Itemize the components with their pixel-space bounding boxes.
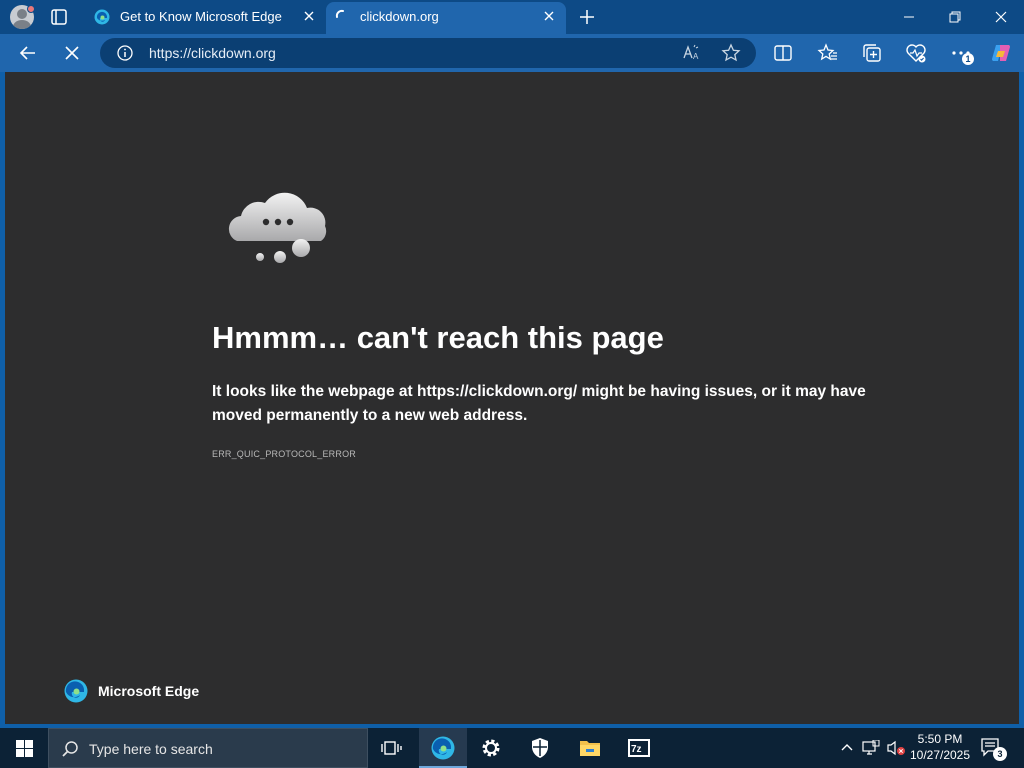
tab-actions-menu-icon[interactable] bbox=[50, 8, 68, 26]
tab-get-to-know-edge[interactable]: Get to Know Microsoft Edge bbox=[86, 0, 326, 34]
windows-taskbar: Type here to search 7z 5:50 PM 10/27/202… bbox=[0, 728, 1024, 768]
error-code: ERR_QUIC_PROTOCOL_ERROR bbox=[212, 449, 356, 459]
profile-notification-dot bbox=[27, 5, 35, 13]
copilot-icon[interactable] bbox=[990, 42, 1012, 64]
task-view-button[interactable] bbox=[368, 728, 416, 768]
address-url[interactable]: https://clickdown.org bbox=[149, 45, 276, 61]
browser-essentials-icon[interactable] bbox=[905, 42, 927, 64]
error-page: Hmmm… can't reach this page It looks lik… bbox=[5, 72, 1019, 724]
cloud-icon bbox=[221, 186, 339, 268]
taskbar-search-box[interactable]: Type here to search bbox=[48, 728, 368, 768]
tab-close-icon[interactable] bbox=[302, 9, 316, 23]
browser-toolbar: https://clickdown.org A bbox=[0, 34, 1024, 72]
browser-titlebar: Get to Know Microsoft Edge clickdown.org bbox=[0, 0, 1024, 36]
edge-icon bbox=[94, 9, 110, 25]
minimize-button[interactable] bbox=[886, 0, 932, 34]
error-title: Hmmm… can't reach this page bbox=[212, 320, 664, 355]
address-bar[interactable]: https://clickdown.org A bbox=[100, 38, 756, 68]
search-icon bbox=[61, 740, 79, 763]
clock-time: 5:50 PM bbox=[917, 732, 963, 746]
show-hidden-icons-chevron-up-icon[interactable] bbox=[838, 728, 856, 768]
search-placeholder: Type here to search bbox=[89, 741, 213, 757]
back-button[interactable] bbox=[17, 42, 39, 64]
new-tab-button[interactable] bbox=[578, 8, 596, 26]
svg-text:7z: 7z bbox=[631, 744, 642, 755]
svg-text:A: A bbox=[693, 52, 699, 61]
site-info-icon[interactable] bbox=[117, 45, 133, 66]
restore-button[interactable] bbox=[932, 0, 978, 34]
tab-close-icon[interactable] bbox=[542, 9, 556, 23]
taskbar-clock[interactable]: 5:50 PM 10/27/2025 bbox=[906, 731, 974, 765]
collections-icon[interactable] bbox=[861, 42, 883, 64]
read-aloud-icon[interactable]: A bbox=[682, 44, 700, 67]
taskbar-file-explorer-icon[interactable] bbox=[566, 728, 614, 768]
taskbar-7zip-icon[interactable]: 7z bbox=[615, 728, 663, 768]
loading-spinner-icon bbox=[334, 8, 350, 24]
tab-clickdown[interactable]: clickdown.org bbox=[326, 2, 566, 36]
split-screen-icon[interactable] bbox=[772, 42, 794, 64]
tab-title: Get to Know Microsoft Edge bbox=[120, 9, 282, 24]
error-description: It looks like the webpage at https://cli… bbox=[212, 383, 866, 424]
close-window-button[interactable] bbox=[978, 0, 1024, 34]
edge-logo-icon bbox=[64, 679, 88, 703]
add-favorite-star-icon[interactable] bbox=[721, 43, 741, 68]
start-button[interactable] bbox=[0, 728, 48, 768]
taskbar-security-shield-icon[interactable] bbox=[516, 728, 564, 768]
network-icon[interactable] bbox=[860, 728, 882, 768]
notification-count-badge: 3 bbox=[993, 747, 1007, 761]
tab-title: clickdown.org bbox=[360, 9, 439, 24]
stop-loading-button[interactable] bbox=[61, 42, 83, 64]
clock-date: 10/27/2025 bbox=[909, 748, 971, 762]
taskbar-edge-icon[interactable] bbox=[419, 728, 467, 768]
favorites-icon[interactable] bbox=[817, 42, 839, 64]
taskbar-settings-gear-icon[interactable] bbox=[467, 728, 515, 768]
extensions-badge: 1 bbox=[962, 53, 974, 65]
volume-muted-icon[interactable] bbox=[884, 728, 906, 768]
brand-name: Microsoft Edge bbox=[98, 683, 200, 699]
